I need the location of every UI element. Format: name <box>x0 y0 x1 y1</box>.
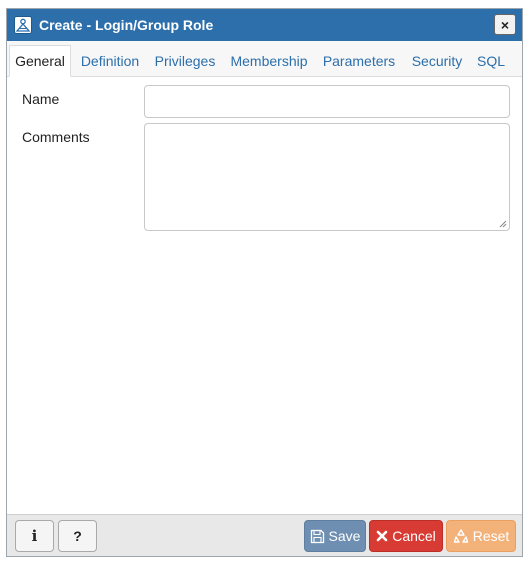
dialog-title: Create - Login/Group Role <box>39 17 214 33</box>
tab-bar: General Definition Privileges Membership… <box>7 41 522 77</box>
dialog-titlebar[interactable]: Create - Login/Group Role × <box>7 9 522 41</box>
tab-parameters[interactable]: Parameters <box>321 45 397 77</box>
comments-label: Comments <box>22 129 90 145</box>
save-button[interactable]: Save <box>304 520 366 552</box>
info-button[interactable]: i <box>15 520 54 552</box>
tab-definition[interactable]: Definition <box>76 45 144 77</box>
reset-label: Reset <box>472 528 510 544</box>
dialog-footer: i ? Save Cancel Reset <box>7 514 522 556</box>
help-icon: ? <box>73 528 82 544</box>
tab-general[interactable]: General <box>9 45 71 77</box>
comments-textarea[interactable] <box>144 123 510 231</box>
recycle-icon <box>453 528 469 544</box>
tab-security[interactable]: Security <box>408 45 466 77</box>
tab-membership[interactable]: Membership <box>227 45 311 77</box>
create-role-dialog: Create - Login/Group Role × General Defi… <box>6 8 523 557</box>
help-button[interactable]: ? <box>58 520 97 552</box>
tab-privileges[interactable]: Privileges <box>152 45 218 77</box>
close-button[interactable]: × <box>494 14 516 35</box>
name-input[interactable] <box>144 85 510 118</box>
close-icon: × <box>500 16 510 33</box>
floppy-disk-icon <box>310 529 325 544</box>
role-icon <box>13 15 33 35</box>
info-icon: i <box>31 527 38 545</box>
save-label: Save <box>328 528 361 544</box>
cancel-label: Cancel <box>392 528 436 544</box>
tab-sql[interactable]: SQL <box>474 45 508 77</box>
name-label: Name <box>22 91 60 107</box>
reset-button[interactable]: Reset <box>446 520 516 552</box>
resize-grip-icon[interactable] <box>499 220 507 228</box>
cancel-button[interactable]: Cancel <box>369 520 443 552</box>
x-icon <box>376 530 388 542</box>
